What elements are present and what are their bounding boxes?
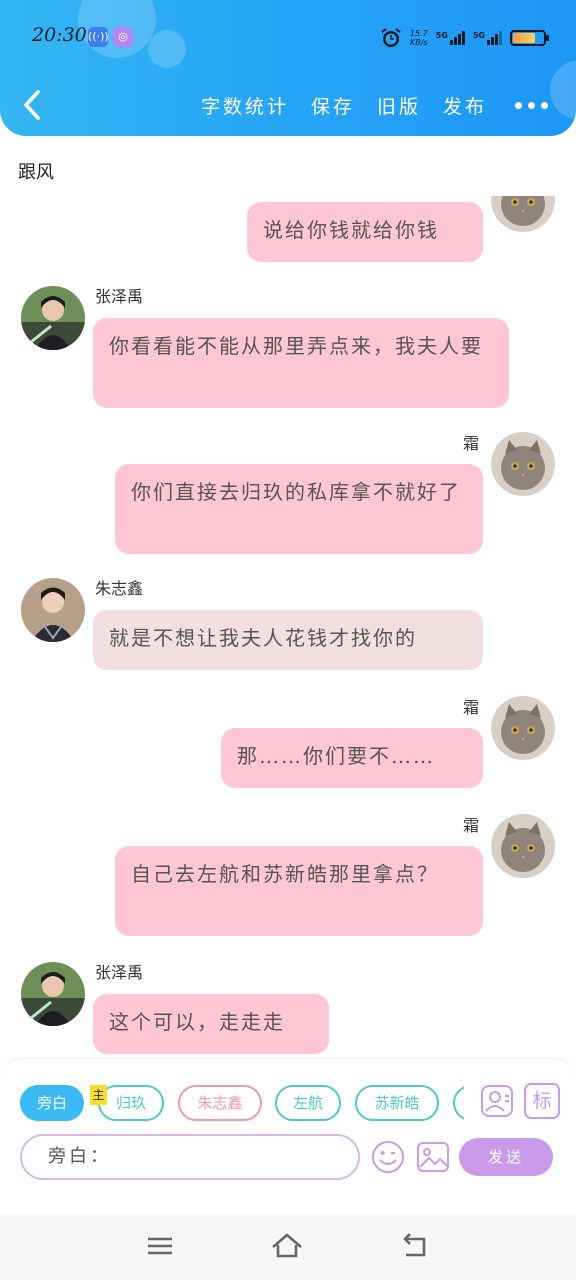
alarm-icon [381,28,401,47]
message-bubble[interactable]: 就是不想让我夫人花钱才找你的 [93,610,483,670]
mark-button[interactable]: 标 [524,1083,560,1119]
cat-avatar[interactable] [491,696,555,760]
signal-icon-sim2: 5G [473,31,502,45]
role-chip-zhuzhixin[interactable]: 朱志鑫 [178,1085,262,1121]
publish-button[interactable]: 发布 [443,92,487,119]
sim1-label: 5G [435,31,448,40]
battery-icon [510,30,549,46]
net-speed-value: 15.7 [409,29,428,38]
sender-name: 张泽禹 [95,963,144,982]
role-chip-narrator[interactable]: 旁白 [20,1085,84,1121]
image-button[interactable] [415,1139,451,1175]
save-button[interactable]: 保存 [311,92,355,119]
message-bubble[interactable]: 你看看能不能从那里弄点来，我夫人要 [93,318,509,408]
role-chip-zuohang[interactable]: 左航 [275,1085,341,1121]
message-bubble[interactable]: 自己去左航和苏新皓那里拿点？ [115,846,483,936]
cat-avatar[interactable] [491,196,555,232]
sender-name: 朱志鑫 [95,579,144,598]
message-input[interactable]: 旁白： [20,1134,360,1180]
person-avatar-green[interactable] [21,962,85,1026]
main-role-tag: 主 [90,1085,107,1105]
send-button[interactable]: 发送 [459,1138,553,1176]
home-icon [272,1233,302,1258]
role-chip-guijiu[interactable]: 归玖 [98,1085,164,1121]
emoji-button[interactable] [370,1139,406,1175]
menu-icon [148,1237,172,1255]
signal-icon-sim1: 5G [436,31,465,45]
menu-button[interactable] [143,1230,177,1262]
message-bubble[interactable]: 说给你钱就给你钱 [247,202,483,262]
net-speed-unit: KB/s [410,38,428,47]
sender-name: 霜 [463,698,480,717]
cat-avatar[interactable] [491,432,555,496]
net-speed: 15.7 KB/s [410,29,428,47]
message-bubble[interactable]: 你们直接去归玖的私库拿不就好了 [115,464,483,554]
app-notification-icon: ◎ [113,27,133,47]
sender-name: 张泽禹 [95,287,144,306]
old-version-button[interactable]: 旧版 [377,92,421,119]
home-button[interactable] [270,1230,304,1262]
cat-avatar[interactable] [491,814,555,878]
status-right: 15.7 KB/s 5G 5G [380,26,549,50]
sender-name: 霜 [463,434,480,453]
more-dots-icon[interactable] [509,102,548,109]
header-actions: 字数统计 保存 旧版 发布 [201,92,548,119]
word-count-button[interactable]: 字数统计 [201,92,289,119]
role-chip-suxinhao[interactable]: 苏新皓 [355,1085,439,1121]
clock: 20:30 [32,24,87,46]
sim2-label: 5G [472,31,485,40]
system-nav-bar [0,1214,576,1280]
person-avatar-green[interactable] [21,286,85,350]
status-bar: 20:30 ((·)) ◎ 15.7 KB/s 5G 5G [0,0,576,76]
chevron-left-icon [24,90,40,120]
message-list[interactable]: 说给你钱就给你钱 张泽禹 你看看能不能从那里弄点来，我夫人要 霜 你们直接去归玖… [0,196,576,1056]
message-bubble[interactable]: 那……你们要不…… [221,728,483,788]
person-card-icon [481,1085,513,1117]
role-chip-more[interactable] [453,1085,464,1121]
image-icon [417,1142,449,1172]
top-header: 20:30 ((·)) ◎ 15.7 KB/s 5G 5G 字数统计 保存 旧版… [0,0,576,136]
role-chip-row[interactable]: 旁白 归玖 朱志鑫 左航 苏新皓 [20,1085,464,1121]
hotspot-icon: ((·)) [88,27,109,47]
app-screen: { "status_bar": { "time": "20:30", "net_… [0,0,576,1280]
emoji-icon [372,1141,404,1173]
back-arrow-icon [403,1233,426,1257]
composer-panel: 旁白 归玖 朱志鑫 左航 苏新皓 主 标 旁白： 发送 [0,1058,576,1214]
sender-name: 霜 [463,816,480,835]
role-settings-button[interactable] [479,1083,515,1119]
message-bubble[interactable]: 这个可以，走走走 [93,994,329,1054]
back-button[interactable] [18,88,48,122]
person-avatar-dark[interactable] [21,578,85,642]
nav-bar: 字数统计 保存 旧版 发布 [0,76,576,136]
back-nav-button[interactable] [398,1230,432,1262]
chat-title: 跟风 [18,162,54,183]
